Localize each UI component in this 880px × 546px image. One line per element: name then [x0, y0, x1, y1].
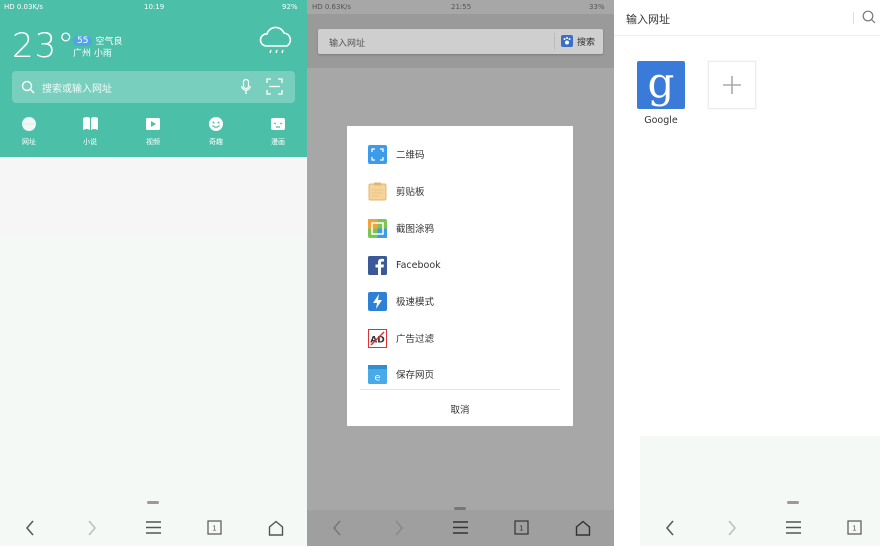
status-battery: 33%	[589, 3, 605, 11]
action-dialog: 二维码 剪贴板 截图涂鸦 Facebook 极速模式 AD 广告过滤 e 保存网…	[347, 126, 573, 426]
tabs-icon[interactable]: 1	[207, 520, 222, 535]
bottom-toolbar: 1	[0, 510, 307, 546]
city-weather: 广州 小雨	[73, 49, 112, 59]
url-input-title[interactable]: 输入网址	[626, 11, 670, 27]
status-left: HD 0.03K/s	[4, 3, 44, 11]
content-area	[0, 157, 307, 237]
status-bar: HD 0.03K/s 10:19 92%	[0, 0, 307, 14]
drag-handle[interactable]	[147, 501, 159, 504]
bottom-toolbar: 1	[307, 510, 614, 546]
svg-text:e: e	[374, 372, 380, 383]
plus-icon	[723, 76, 741, 94]
quick-link-label: 奇趣	[209, 138, 223, 146]
ad-block-icon: AD	[368, 328, 387, 348]
back-icon[interactable]	[24, 520, 36, 536]
forward-icon[interactable]	[86, 520, 98, 536]
menu-icon[interactable]	[145, 520, 162, 535]
status-time: 10:19	[144, 3, 165, 11]
quick-link-novels[interactable]: 小说	[70, 116, 110, 147]
menu-item-ad-filter[interactable]: AD 广告过滤	[368, 327, 434, 349]
tabs-count: 1	[852, 525, 856, 533]
status-bar: HD 0.63K/s 21:55 33%	[307, 0, 614, 14]
add-tile-button[interactable]	[708, 61, 756, 109]
menu-item-label: Facebook	[396, 259, 441, 271]
search-bar[interactable]: 搜索或输入网址	[12, 71, 295, 103]
menu-item-label: 二维码	[396, 150, 425, 161]
quick-link-label: 网址	[22, 138, 36, 146]
back-icon[interactable]	[664, 520, 676, 536]
forward-icon[interactable]	[726, 520, 738, 536]
address-bar-area: 输入网址 搜索	[307, 14, 614, 68]
save-page-icon: e	[368, 364, 387, 384]
tabs-count: 1	[519, 525, 523, 533]
menu-item-save-page[interactable]: e 保存网页	[368, 363, 434, 385]
quick-link-fun[interactable]: 奇趣	[196, 116, 236, 147]
google-tile[interactable]: g	[637, 61, 685, 109]
bottom-toolbar: 1	[640, 510, 880, 546]
temperature[interactable]: 23°	[12, 26, 75, 66]
quick-link-videos[interactable]: 视频	[133, 116, 173, 147]
menu-item-label: 截图涂鸦	[396, 224, 435, 235]
tabs-icon[interactable]: 1	[514, 520, 529, 535]
share-menu-panel: HD 0.63K/s 21:55 33% 输入网址 搜索 二维码 剪贴板 截图涂…	[307, 0, 614, 546]
smile-icon	[209, 117, 223, 131]
status-left: HD 0.63K/s	[312, 3, 352, 11]
search-button[interactable]: 搜索	[553, 33, 595, 49]
aqi-badge: 55	[73, 35, 93, 46]
menu-icon[interactable]	[785, 520, 802, 535]
menu-item-label: 极速模式	[396, 297, 435, 308]
facebook-icon	[368, 255, 387, 275]
search-icon	[21, 80, 35, 94]
cancel-button[interactable]: 取消	[347, 402, 573, 416]
url-header: 输入网址	[614, 0, 880, 36]
menu-item-speed-mode[interactable]: 极速模式	[368, 290, 434, 312]
comic-icon	[271, 118, 285, 130]
browser-home-panel: HD 0.03K/s 10:19 92% 23° 55 空气良 广州 小雨 搜索…	[0, 0, 307, 546]
menu-item-label: 剪贴板	[396, 187, 425, 198]
home-icon[interactable]	[268, 520, 284, 536]
quick-link-label: 漫画	[271, 138, 285, 146]
book-icon	[82, 117, 98, 130]
url-entry-panel: 输入网址 g Google 1	[614, 0, 880, 546]
globe-icon	[22, 117, 36, 131]
google-logo-icon: g	[647, 58, 675, 107]
clipboard-icon	[368, 182, 387, 200]
tabs-icon[interactable]: 1	[847, 520, 862, 535]
menu-item-label: 保存网页	[396, 370, 435, 381]
lightning-icon	[368, 291, 387, 311]
back-icon[interactable]	[331, 520, 343, 536]
status-time: 21:55	[451, 3, 472, 11]
divider	[360, 389, 560, 390]
url-input-label: 输入网址	[329, 39, 366, 49]
menu-item-screenshot-doodle[interactable]: 截图涂鸦	[368, 217, 434, 239]
menu-item-label: 广告过滤	[396, 334, 435, 345]
quick-link-comics[interactable]: 漫画	[258, 116, 298, 147]
menu-icon[interactable]	[452, 520, 469, 535]
forward-icon[interactable]	[393, 520, 405, 536]
weather-header: HD 0.03K/s 10:19 92% 23° 55 空气良 广州 小雨 搜索…	[0, 0, 307, 157]
google-tile-label: Google	[644, 115, 678, 126]
qrcode-icon	[368, 144, 387, 164]
quick-link-label: 小说	[83, 138, 97, 146]
search-placeholder: 搜索或输入网址	[42, 84, 112, 95]
menu-item-qrcode[interactable]: 二维码	[368, 143, 425, 165]
home-icon[interactable]	[575, 520, 591, 536]
tabs-count: 1	[212, 525, 216, 533]
quick-link-label: 视频	[146, 138, 160, 146]
drag-handle[interactable]	[787, 501, 799, 504]
menu-item-clipboard[interactable]: 剪贴板	[368, 180, 425, 202]
url-input[interactable]: 输入网址 搜索	[318, 29, 603, 54]
scan-icon[interactable]	[266, 78, 283, 95]
divider	[853, 12, 854, 24]
search-button-label: 搜索	[576, 37, 595, 48]
quick-link-sites[interactable]: 网址	[9, 116, 49, 147]
paw-search-icon	[560, 35, 573, 47]
menu-item-facebook[interactable]: Facebook	[368, 254, 441, 276]
play-icon	[146, 118, 160, 130]
microphone-icon[interactable]	[241, 79, 251, 95]
screenshot-icon	[368, 218, 387, 238]
rain-cloud-icon[interactable]	[258, 26, 294, 56]
search-icon[interactable]	[862, 10, 876, 24]
status-battery: 92%	[282, 3, 298, 11]
